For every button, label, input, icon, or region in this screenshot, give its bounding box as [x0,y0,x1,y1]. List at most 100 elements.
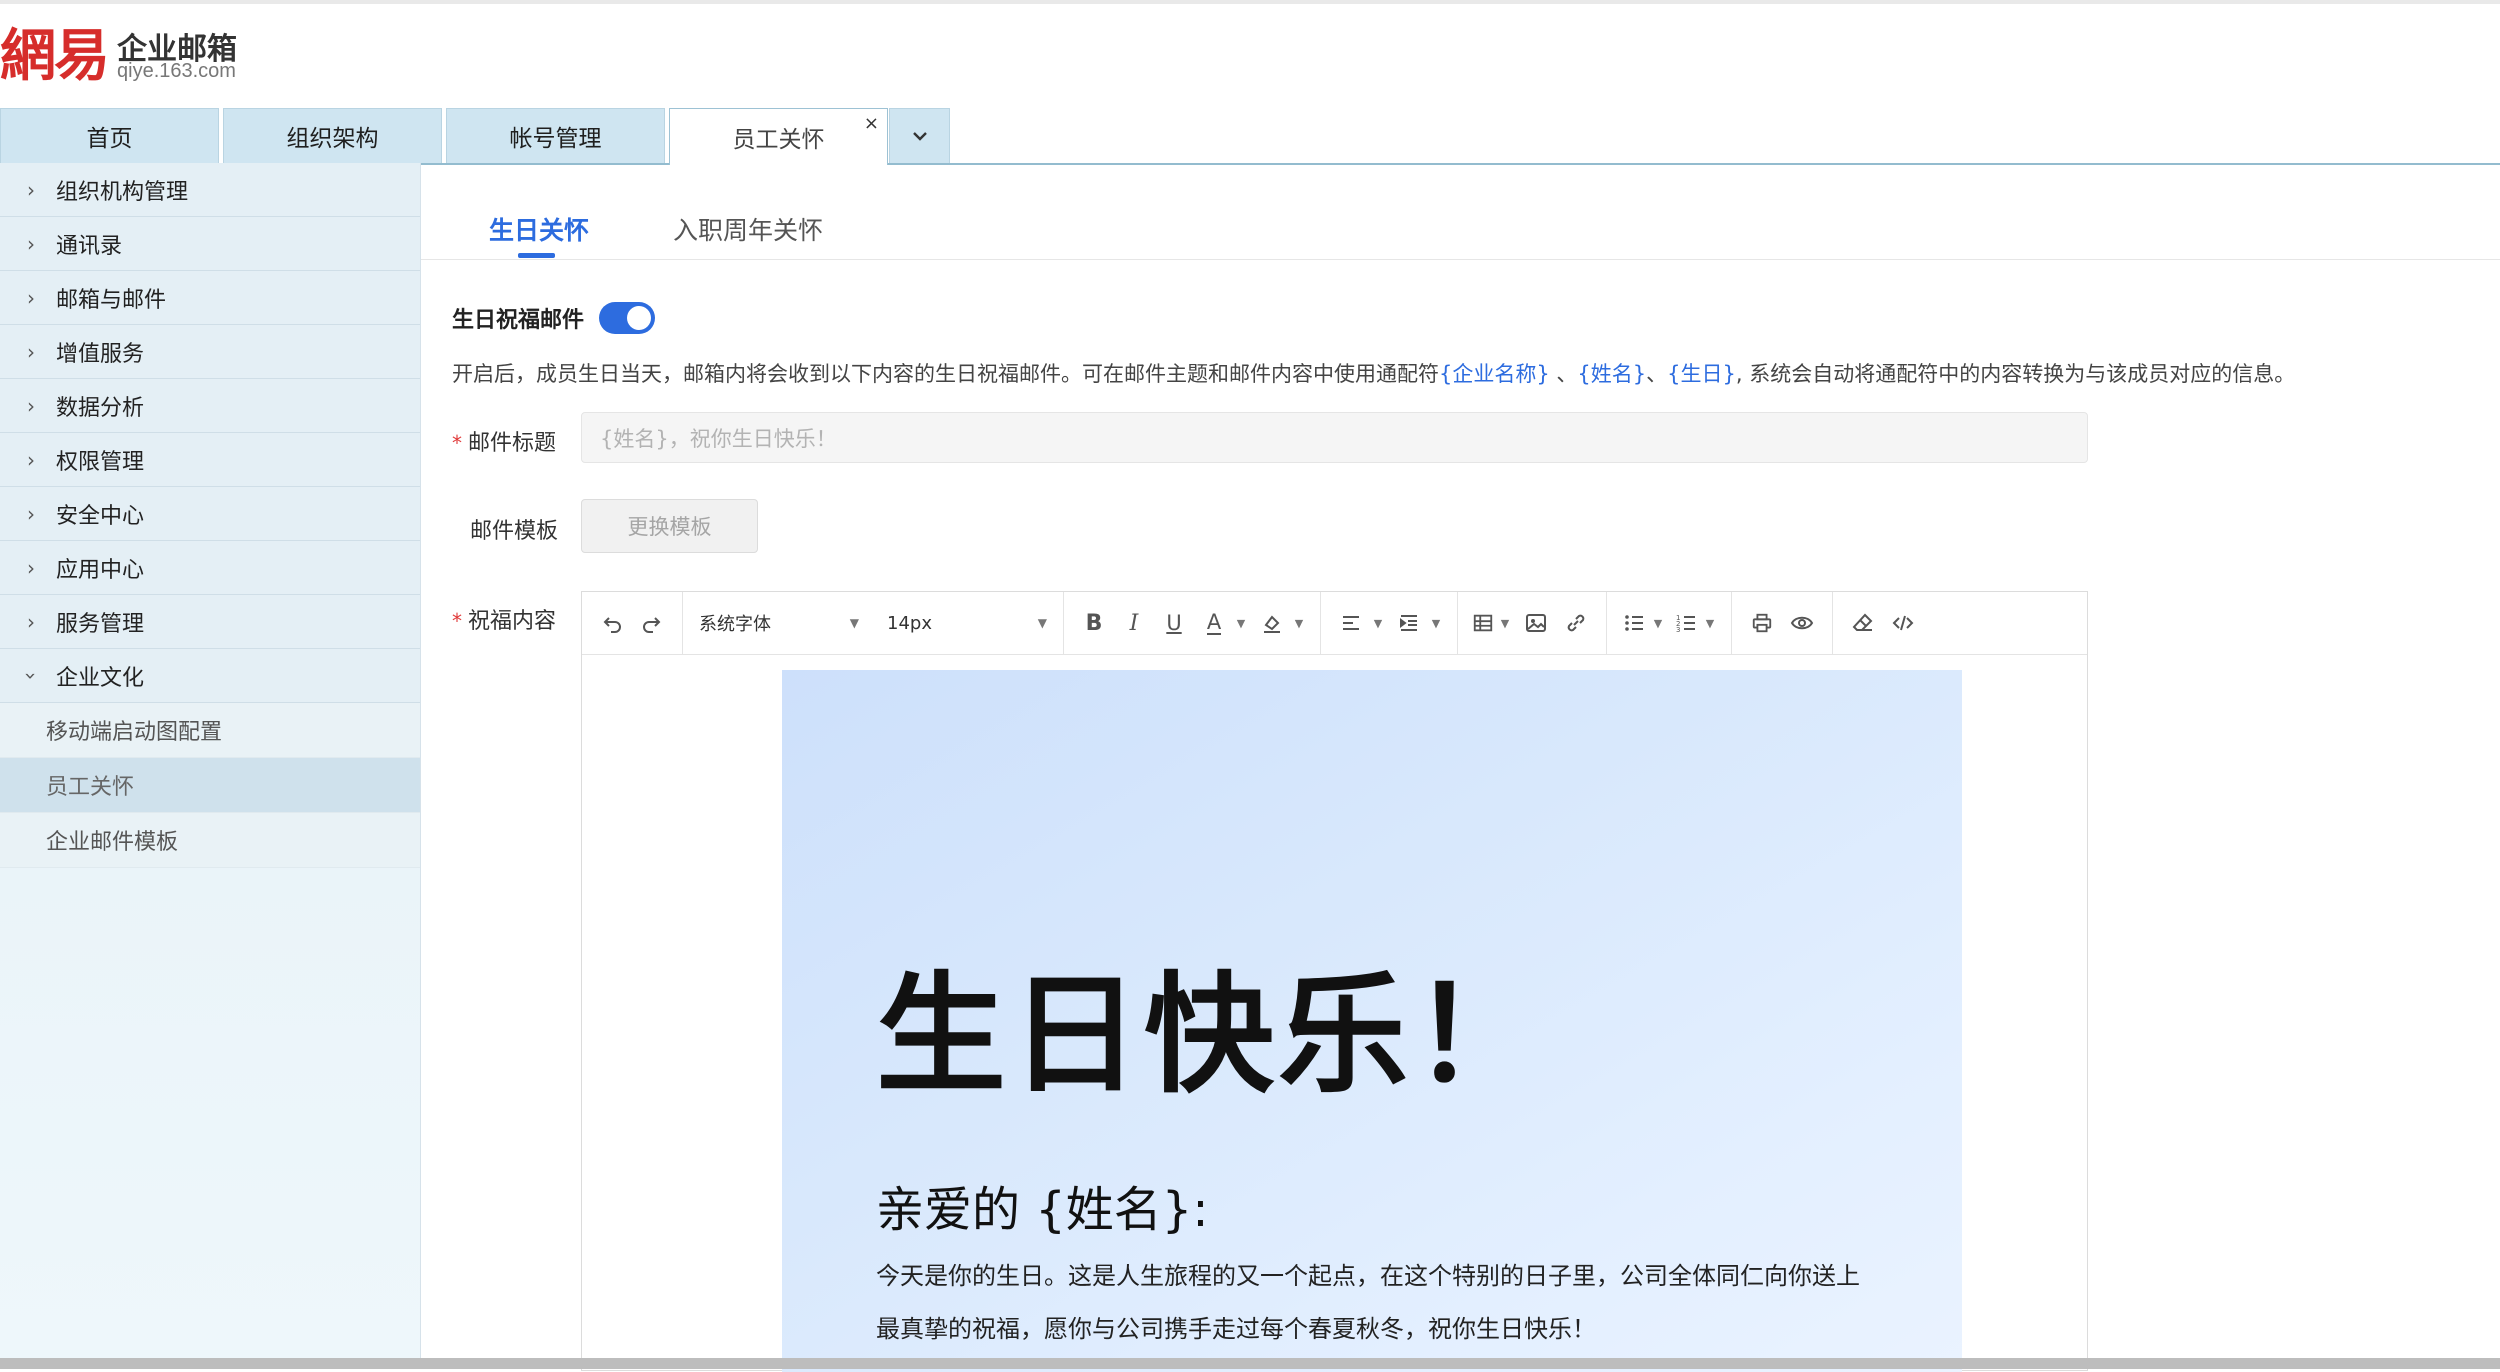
change-template-button[interactable]: 更换模板 [581,499,758,553]
desc-prefix: 开启后，成员生日当天，邮箱内将会收到以下内容的生日祝福邮件。可在邮件主题和邮件内… [452,362,1439,386]
caret-down-icon[interactable]: ▼ [1429,617,1443,630]
birthday-letter-canvas[interactable]: 生日快乐！ 亲爱的 {姓名}: 今天是你的生日。这是人生旅程的又一个起点，在这个… [782,670,1962,1372]
sidebar-item-org-management[interactable]: › 组织机构管理 [0,163,420,217]
template-label: 邮件模板 [470,519,559,544]
undo-icon[interactable] [592,603,632,643]
format-group: B I U A ▼ ▼ [1064,592,1321,654]
print-icon[interactable] [1742,603,1782,643]
caret-down-icon: ▼ [849,616,859,630]
caret-down-icon[interactable]: ▼ [1234,617,1248,630]
sidebar-item-culture[interactable]: › 企业文化 [0,649,420,703]
sidebar-item-value-added[interactable]: › 增值服务 [0,325,420,379]
sidebar-item-contacts[interactable]: › 通讯录 [0,217,420,271]
sidebar-item-label: 服务管理 [56,611,145,637]
rich-text-editor[interactable]: 系统字体 ▼ 14px ▼ B I U A ▼ ▼ ▼ ▼ ▼ ▼ 1 2 3 … [581,591,2088,1372]
chevron-right-icon: › [27,609,35,634]
sidebar-subitem-employee-care[interactable]: 员工关怀 [0,758,420,813]
toggle-knob [627,306,652,330]
sidebar-item-permissions[interactable]: › 权限管理 [0,433,420,487]
sidebar-item-mailbox[interactable]: › 邮箱与邮件 [0,271,420,325]
logo-subtitle: qiye.163.com [117,60,236,82]
preview-icon[interactable] [1782,603,1822,643]
bold-icon[interactable]: B [1074,603,1114,643]
align-icon[interactable] [1331,603,1371,643]
sidebar-item-security[interactable]: › 安全中心 [0,487,420,541]
chevron-down-icon: › [19,671,43,680]
birthday-mail-toggle[interactable] [599,302,656,334]
birthday-mail-toggle-row: 生日祝福邮件 [452,300,656,336]
indent-icon[interactable] [1389,603,1429,643]
content-label: * 祝福内容 [452,603,556,635]
insert-group: ▼ [1458,592,1607,654]
tab-birthday-care[interactable]: 生日关怀 [489,211,589,247]
horizontal-scrollbar[interactable] [0,1358,2500,1369]
required-mark: * [452,431,462,455]
caret-down-icon[interactable]: ▼ [1371,617,1385,630]
source-code-icon[interactable] [1883,603,1923,643]
numbered-list-icon[interactable]: 123 [1669,603,1703,643]
tab-account-management[interactable]: 帐号管理 [446,108,665,163]
tab-organization[interactable]: 组织架构 [223,108,442,163]
link-icon[interactable] [1556,603,1596,643]
sidebar-item-service[interactable]: › 服务管理 [0,595,420,649]
sidebar-item-analytics[interactable]: › 数据分析 [0,379,420,433]
font-color-icon[interactable]: A [1194,603,1234,643]
sidebar-item-label: 邮箱与邮件 [56,287,167,313]
clear-format-icon[interactable] [1843,603,1883,643]
sidebar-item-label: 数据分析 [56,395,145,421]
image-icon[interactable] [1516,603,1556,643]
tab-more-button[interactable] [889,108,950,163]
redo-icon[interactable] [632,603,672,643]
content-label-text: 祝福内容 [468,609,557,634]
tab-home[interactable]: 首页 [0,108,219,163]
close-icon[interactable]: × [864,113,879,134]
chevron-right-icon: › [27,501,35,526]
active-tab-indicator [518,253,555,258]
sidebar: › 组织机构管理 › 通讯录 › 邮箱与邮件 › 增值服务 › 数据分析 › 权限管理 › 安… [0,163,421,1358]
italic-icon[interactable]: I [1114,603,1154,643]
sidebar-subitem-splash-config[interactable]: 移动端启动图配置 [0,703,420,758]
caret-down-icon[interactable]: ▼ [1703,617,1717,630]
sidebar-item-label: 企业文化 [56,665,145,691]
sidebar-item-label: 应用中心 [56,557,145,583]
description-text: 开启后，成员生日当天，邮箱内将会收到以下内容的生日祝福邮件。可在邮件主题和邮件内… [452,358,2295,388]
underline-icon[interactable]: U [1154,603,1194,643]
top-tab-bar: 首页 组织架构 帐号管理 员工关怀 × [0,108,2500,165]
sidebar-item-apps[interactable]: › 应用中心 [0,541,420,595]
chevron-right-icon: › [27,555,35,580]
desc-separator: 、 [1549,362,1578,386]
tab-label: 员工关怀 [732,127,825,153]
caret-down-icon[interactable]: ▼ [1651,617,1665,630]
font-family-select[interactable]: 系统字体 ▼ [691,603,867,643]
editor-toolbar: 系统字体 ▼ 14px ▼ B I U A ▼ ▼ ▼ ▼ ▼ ▼ 1 2 3 … [582,592,2087,655]
font-size-value: 14px [887,612,932,634]
letter-body: 今天是你的生日。这是人生旅程的又一个起点，在这个特别的日子里，公司全体同仁向你送… [876,1262,1860,1343]
chevron-right-icon: › [27,447,35,472]
subject-input[interactable]: {姓名}，祝你生日快乐！ [581,412,2088,463]
table-icon[interactable] [1468,603,1498,643]
subject-label: * 邮件标题 [452,425,556,457]
letter-title: 生日快乐！ [876,959,1547,1111]
toggle-label: 生日祝福邮件 [452,308,585,333]
bullet-list-icon[interactable] [1617,603,1651,643]
sidebar-item-label: 增值服务 [56,341,145,367]
misc-group [1833,592,1933,654]
subject-placeholder: {姓名}，祝你生日快乐！ [600,426,837,451]
caret-down-icon[interactable]: ▼ [1292,617,1306,630]
tab-anniversary-care[interactable]: 入职周年关怀 [673,211,823,247]
caret-down-icon[interactable]: ▼ [1498,617,1512,630]
chevron-right-icon: › [27,339,35,364]
top-border [0,0,2500,4]
chevron-right-icon: › [27,231,35,256]
sidebar-item-label: 权限管理 [56,449,145,475]
token-name: {姓名} [1577,362,1647,386]
token-birthday: {生日} [1667,362,1736,386]
sidebar-item-label: 通讯录 [56,233,123,259]
highlight-icon[interactable] [1252,603,1292,643]
font-size-select[interactable]: 14px ▼ [879,603,1055,643]
history-group [582,592,683,654]
tab-employee-care[interactable]: 员工关怀 × [669,108,888,165]
token-company: {企业名称} [1439,362,1550,386]
sidebar-subitem-mail-templates[interactable]: 企业邮件模板 [0,813,420,868]
tab-label: 组织架构 [286,126,379,152]
